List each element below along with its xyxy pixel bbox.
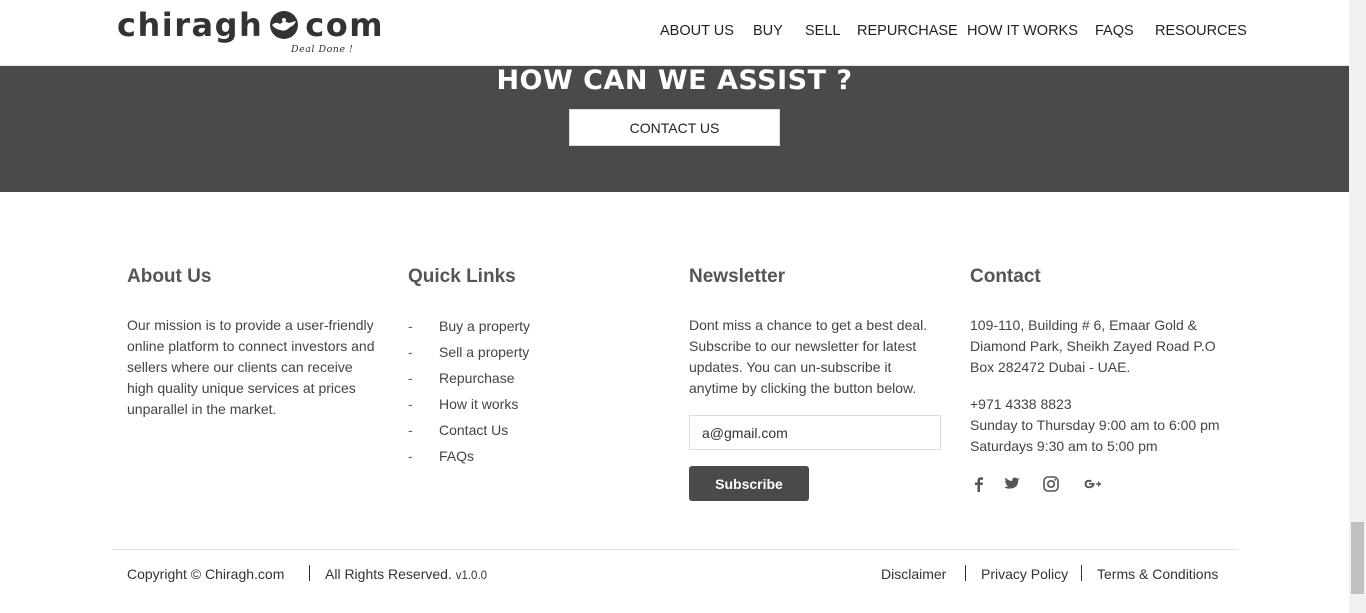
nav-about-us[interactable]: ABOUT US [660, 23, 734, 39]
separator [965, 565, 966, 581]
version-text: v1.0.0 [455, 570, 488, 582]
subscribe-button[interactable]: Subscribe [689, 466, 809, 501]
facebook-icon[interactable] [970, 475, 988, 493]
terms-conditions-link[interactable]: Terms & Conditions [1097, 566, 1218, 582]
vertical-scrollbar[interactable] [1349, 0, 1366, 613]
newsletter-email-input[interactable]: a@gmail.com [689, 415, 941, 450]
nav-how-it-works[interactable]: HOW IT WORKS [967, 23, 1078, 39]
contact-us-button[interactable]: CONTACT US [569, 109, 780, 146]
contact-hours-saturday: Saturdays 9:30 am to 5:00 pm [970, 438, 1158, 454]
quick-link-label[interactable]: Sell a property [439, 344, 529, 360]
newsletter-title: Newsletter [689, 266, 786, 287]
list-dash: - [408, 344, 413, 360]
quick-link-faqs[interactable]: - FAQs [408, 448, 608, 474]
nav-faqs[interactable]: FAQS [1095, 23, 1134, 39]
rights-text: All Rights Reserved. [325, 566, 452, 582]
rights-block: All Rights Reserved. v1.0.0 [325, 566, 487, 582]
assist-banner: HOW CAN WE ASSIST ? CONTACT US [0, 65, 1349, 192]
quick-link-label[interactable]: FAQs [439, 448, 474, 464]
separator [309, 565, 310, 581]
copyright-text: Copyright © Chiragh.com [127, 566, 285, 582]
list-dash: - [408, 318, 413, 334]
twitter-icon[interactable] [1003, 475, 1021, 493]
quick-links-title: Quick Links [408, 266, 516, 287]
quick-link-contact-us[interactable]: - Contact Us [408, 422, 608, 448]
quick-link-label[interactable]: How it works [439, 396, 518, 412]
list-dash: - [408, 422, 413, 438]
footer-quick-links: Quick Links - Buy a property - Sell a prop… [408, 266, 668, 464]
footer-newsletter: Newsletter Dont miss a chance to get a b… [689, 266, 949, 396]
google-plus-icon[interactable] [1082, 475, 1104, 493]
disclaimer-link[interactable]: Disclaimer [881, 566, 946, 582]
newsletter-text: Dont miss a chance to get a best deal. S… [689, 317, 928, 396]
list-dash: - [408, 370, 413, 386]
logo-tagline: Deal Done ! [291, 44, 354, 55]
nav-resources[interactable]: RESOURCES [1155, 23, 1247, 39]
nav-repurchase[interactable]: REPURCHASE [857, 23, 958, 39]
quick-link-label[interactable]: Contact Us [439, 422, 508, 438]
site-header: chiragh com Deal Done ! ABOUT US BUY SEL… [0, 0, 1349, 66]
quick-link-label[interactable]: Buy a property [439, 318, 530, 334]
assist-title: HOW CAN WE ASSIST ? [496, 65, 853, 96]
privacy-policy-link[interactable]: Privacy Policy [981, 566, 1068, 582]
quick-link-how-it-works[interactable]: - How it works [408, 396, 608, 422]
instagram-icon[interactable] [1042, 475, 1060, 493]
quick-link-label[interactable]: Repurchase [439, 370, 515, 386]
quick-link-repurchase[interactable]: - Repurchase [408, 370, 608, 396]
about-title: About Us [127, 266, 212, 287]
about-text: Our mission is to provide a user-friendl… [127, 317, 375, 417]
list-dash: - [408, 396, 413, 412]
footer-about: About Us Our mission is to provide a use… [127, 266, 382, 417]
contact-address: 109-110, Building # 6, Emaar Gold & Diam… [970, 317, 1216, 375]
separator [1081, 565, 1082, 581]
page: chiragh com Deal Done ! ABOUT US BUY SEL… [0, 0, 1349, 613]
main-nav: ABOUT US BUY SELL REPURCHASE HOW IT WORK… [0, 23, 1349, 43]
nav-buy[interactable]: BUY [753, 23, 783, 39]
scrollbar-thumb[interactable] [1351, 522, 1364, 594]
contact-title: Contact [970, 266, 1041, 287]
quick-links-list: - Buy a property - Sell a property - Repurc… [408, 318, 608, 474]
contact-phone: +971 4338 8823 [970, 396, 1072, 412]
contact-hours-weekday: Sunday to Thursday 9:00 am to 6:00 pm [970, 417, 1220, 433]
footer-divider [112, 549, 1238, 550]
footer-contact: Contact 109-110, Building # 6, Emaar Gol… [970, 266, 1232, 454]
quick-link-buy[interactable]: - Buy a property [408, 318, 608, 344]
quick-link-sell[interactable]: - Sell a property [408, 344, 608, 370]
nav-sell[interactable]: SELL [805, 23, 840, 39]
list-dash: - [408, 448, 413, 464]
